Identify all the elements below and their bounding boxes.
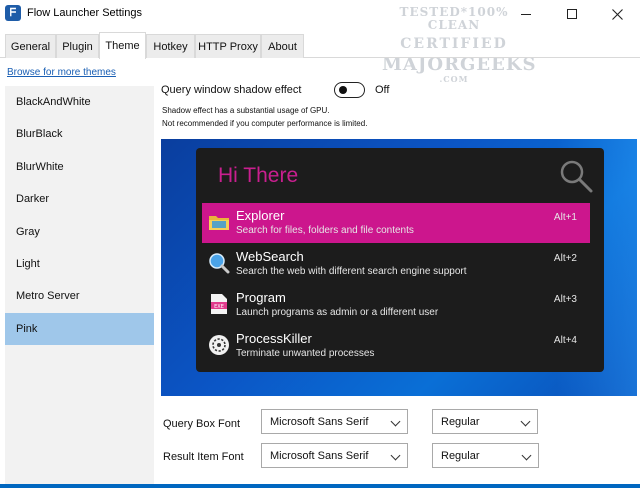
magnifier-globe-icon [209, 253, 230, 274]
result-title: Program [236, 290, 286, 305]
query-box-font-family-select[interactable]: Microsoft Sans Serif [261, 409, 408, 434]
shadow-note-line-2: Not recommended if you computer performa… [162, 119, 368, 128]
result-item-font-family-select[interactable]: Microsoft Sans Serif [261, 443, 408, 468]
result-subtitle: Launch programs as admin or a different … [236, 307, 439, 318]
search-icon [560, 160, 593, 193]
shadow-effect-toggle[interactable] [334, 82, 365, 98]
minimize-icon [521, 13, 531, 15]
launcher-preview-window: Hi There Explorer Search for files, fold… [196, 148, 604, 372]
svg-text:EXE: EXE [214, 304, 224, 310]
result-title: ProcessKiller [236, 331, 312, 346]
result-item-font-label: Result Item Font [163, 451, 244, 463]
select-value: Microsoft Sans Serif [270, 449, 369, 462]
select-value: Regular [441, 449, 480, 462]
theme-item-pink[interactable]: Pink [5, 313, 154, 345]
flow-launcher-app-icon: ᖴ [5, 5, 21, 21]
tab-general[interactable]: General [5, 34, 56, 58]
preview-result-explorer: Explorer Search for files, folders and f… [202, 203, 590, 243]
preview-result-processkiller: ProcessKiller Terminate unwanted process… [202, 326, 590, 366]
folder-icon [209, 216, 229, 230]
exe-file-icon: EXE [211, 294, 227, 314]
result-title: Explorer [236, 208, 285, 223]
close-button[interactable] [594, 0, 640, 28]
tab-http-proxy[interactable]: HTTP Proxy [195, 34, 261, 58]
window-title: Flow Launcher Settings [27, 7, 142, 19]
shadow-toggle-state: Off [375, 84, 390, 96]
title-bar: ᖴ Flow Launcher Settings TESTED*100% CLE… [0, 0, 640, 83]
tab-hotkey[interactable]: Hotkey [146, 34, 195, 58]
close-icon [611, 8, 623, 20]
result-hotkey: Alt+3 [553, 294, 577, 305]
query-box-font-style-select[interactable]: Regular [432, 409, 538, 434]
result-item-font-style-select[interactable]: Regular [432, 443, 539, 468]
preview-result-websearch: WebSearch Search the web with different … [202, 244, 590, 284]
theme-item-darker[interactable]: Darker [5, 183, 154, 215]
select-value: Regular [441, 415, 480, 428]
result-subtitle: Search for files, folders and file conte… [236, 225, 414, 236]
chevron-down-icon [520, 416, 531, 427]
theme-item-gray[interactable]: Gray [5, 216, 154, 248]
window-bottom-border [0, 484, 640, 488]
result-hotkey: Alt+4 [553, 335, 577, 346]
tab-plugin[interactable]: Plugin [56, 34, 99, 58]
theme-item-metro-server[interactable]: Metro Server [5, 280, 154, 312]
result-hotkey: Alt+2 [553, 253, 577, 264]
browse-more-themes-link[interactable]: Browse for more themes [7, 67, 116, 78]
maximize-icon [567, 9, 577, 19]
result-subtitle: Terminate unwanted processes [236, 348, 375, 359]
preview-query-text: Hi There [218, 164, 299, 187]
theme-list[interactable]: BlackAndWhite BlurBlack BlurWhite Darker… [5, 86, 154, 484]
chevron-down-icon [390, 450, 401, 461]
preview-result-program: EXE Program Launch programs as admin or … [202, 285, 590, 325]
tab-theme[interactable]: Theme [99, 32, 146, 59]
theme-preview: Hi There Explorer Search for files, fold… [161, 139, 637, 396]
chevron-down-icon [390, 416, 401, 427]
watermark-line-4: .COM [439, 73, 469, 84]
theme-item-blackandwhite[interactable]: BlackAndWhite [5, 86, 154, 118]
select-value: Microsoft Sans Serif [270, 415, 369, 428]
theme-item-light[interactable]: Light [5, 248, 154, 280]
tab-about[interactable]: About [261, 34, 304, 58]
theme-item-blurblack[interactable]: BlurBlack [5, 118, 154, 150]
settings-tabs: General Plugin Theme Hotkey HTTP Proxy A… [0, 32, 640, 59]
chevron-down-icon [521, 450, 532, 461]
process-killer-icon [209, 335, 229, 355]
minimize-button[interactable] [503, 0, 549, 28]
shadow-note-line-1: Shadow effect has a substantial usage of… [162, 106, 330, 115]
toggle-knob [339, 86, 347, 94]
maximize-button[interactable] [549, 0, 595, 28]
result-title: WebSearch [236, 249, 304, 264]
watermark-line-3: MAJORGEEKS [382, 53, 537, 75]
result-subtitle: Search the web with different search eng… [236, 266, 467, 277]
shadow-effect-note: Shadow effect has a substantial usage of… [162, 104, 367, 130]
query-box-font-label: Query Box Font [163, 418, 241, 430]
theme-item-blurwhite[interactable]: BlurWhite [5, 151, 154, 183]
shadow-effect-label: Query window shadow effect [161, 84, 302, 96]
result-hotkey: Alt+1 [553, 212, 577, 223]
